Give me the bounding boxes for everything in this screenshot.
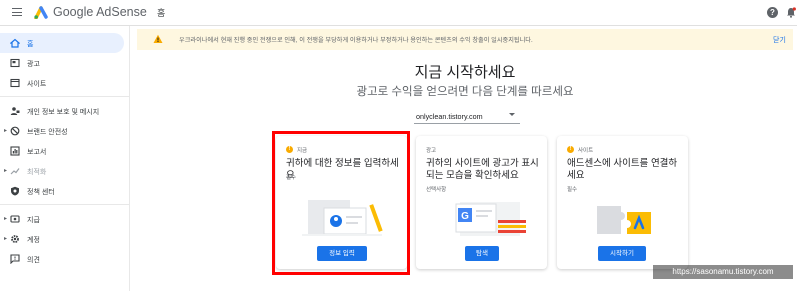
highlight-box [272, 131, 410, 275]
step-card-connect-site: ! 사이트 애드센스에 사이트를 연결하세요 필수 시작하기 [557, 136, 688, 269]
step-card-ad-preview: 광고 귀하의 사이트에 광고가 표시되는 모습을 확인하세요 선택사항 G 탐색 [416, 136, 547, 269]
privacy-messaging-icon [10, 107, 20, 115]
sidebar-item-home[interactable]: 홈 [0, 33, 124, 53]
card-badge: 사이트 [578, 148, 594, 154]
sidebar-item-label: 지급 [27, 217, 40, 224]
sidebar-item-label: 보고서 [27, 149, 47, 156]
policy-shield-icon [11, 186, 19, 196]
payments-icon [10, 215, 20, 223]
card-requirement: 선택사항 [426, 187, 447, 193]
expand-arrow-icon: ▸ [4, 128, 8, 134]
gear-icon [11, 235, 19, 243]
sidebar-item-label: 홈 [27, 41, 34, 48]
site-selector-value: onlyclean.tistory.com [416, 112, 483, 121]
card-requirement: 필수 [567, 187, 578, 193]
sidebar-item-ads[interactable]: 광고 [0, 53, 128, 73]
sidebar-item-account[interactable]: ▸ 계정 [0, 229, 128, 249]
watermark: https://sasonamu.tistory.com [653, 265, 793, 279]
site-selector-dropdown[interactable]: onlyclean.tistory.com [414, 108, 520, 124]
sidebar-divider [0, 96, 130, 97]
top-app-bar: Google AdSense 홈 ? [0, 0, 797, 26]
chevron-down-icon [509, 113, 515, 116]
sidebar-item-privacy-messaging[interactable]: 개인 정보 보호 및 메시지 [0, 101, 128, 121]
explore-button[interactable]: 탐색 [465, 246, 499, 261]
sidebar-item-optimization[interactable]: ▸ 최적화 [0, 161, 128, 181]
sidebar-item-policy-center[interactable]: 정책 센터 [0, 181, 128, 201]
sidebar-item-sites[interactable]: 사이트 [0, 73, 128, 93]
help-icon[interactable]: ? [767, 7, 778, 18]
home-icon [10, 38, 20, 48]
ad-preview-illustration-icon: G [455, 202, 526, 236]
banner-message: 우크라이나에서 현재 진행 중인 전쟁으로 인해, 이 전쟁을 부당하게 이용하… [179, 37, 533, 44]
adsense-logo-icon [34, 6, 48, 19]
sidebar-item-label: 개인 정보 보호 및 메시지 [27, 109, 100, 116]
product-name: Google AdSense [53, 5, 147, 19]
feedback-icon [10, 254, 20, 264]
sidebar-item-label: 계정 [27, 237, 40, 244]
sidebar-item-label: 의견 [27, 257, 40, 264]
sidebar-item-label: 최적화 [27, 169, 47, 176]
sidebar-item-label: 사이트 [27, 81, 47, 88]
sidebar-item-brand-safety[interactable]: ▸ 브랜드 안전성 [0, 121, 128, 141]
connect-site-puzzle-illustration-icon [597, 206, 651, 234]
sidebar-item-reports[interactable]: 보고서 [0, 141, 128, 161]
banner-close-button[interactable]: 닫기 [773, 35, 786, 45]
sites-icon [10, 78, 20, 88]
sidebar-item-label: 브랜드 안전성 [27, 129, 68, 136]
expand-arrow-icon: ▸ [4, 236, 8, 242]
sidebar: 홈 광고 사이트 개인 정보 보호 및 메시지 ▸ 브랜드 안전성 보고서 ▸ … [0, 26, 130, 291]
expand-arrow-icon: ▸ [4, 168, 8, 174]
page-subheading: 광고로 수익을 얻으려면 다음 단계를 따르세요 [356, 86, 574, 98]
trending-icon [10, 168, 20, 175]
get-started-button[interactable]: 시작하기 [598, 246, 646, 261]
status-alert-icon: ! [567, 146, 574, 153]
ads-icon [10, 58, 20, 68]
reports-icon [10, 146, 20, 156]
warning-icon [153, 34, 163, 43]
sidebar-item-label: 광고 [27, 61, 40, 68]
card-title: 귀하의 사이트에 광고가 표시되는 모습을 확인하세요 [426, 158, 539, 181]
svg-text:G: G [461, 211, 469, 222]
card-title: 애드센스에 사이트를 연결하세요 [567, 158, 678, 181]
sidebar-item-feedback[interactable]: 의견 [0, 249, 128, 269]
page-heading: 지금 시작하세요 [414, 64, 516, 81]
notifications-icon[interactable] [786, 7, 796, 18]
page-title: 홈 [157, 8, 166, 18]
sidebar-divider [0, 204, 130, 205]
sidebar-item-label: 정책 센터 [27, 189, 55, 196]
menu-icon[interactable] [12, 8, 22, 16]
sidebar-item-payments[interactable]: ▸ 지급 [0, 209, 128, 229]
notice-banner: 우크라이나에서 현재 진행 중인 전쟁으로 인해, 이 전쟁을 부당하게 이용하… [137, 29, 793, 50]
block-icon [10, 126, 20, 136]
card-badge: 광고 [426, 148, 437, 154]
expand-arrow-icon: ▸ [4, 216, 8, 222]
